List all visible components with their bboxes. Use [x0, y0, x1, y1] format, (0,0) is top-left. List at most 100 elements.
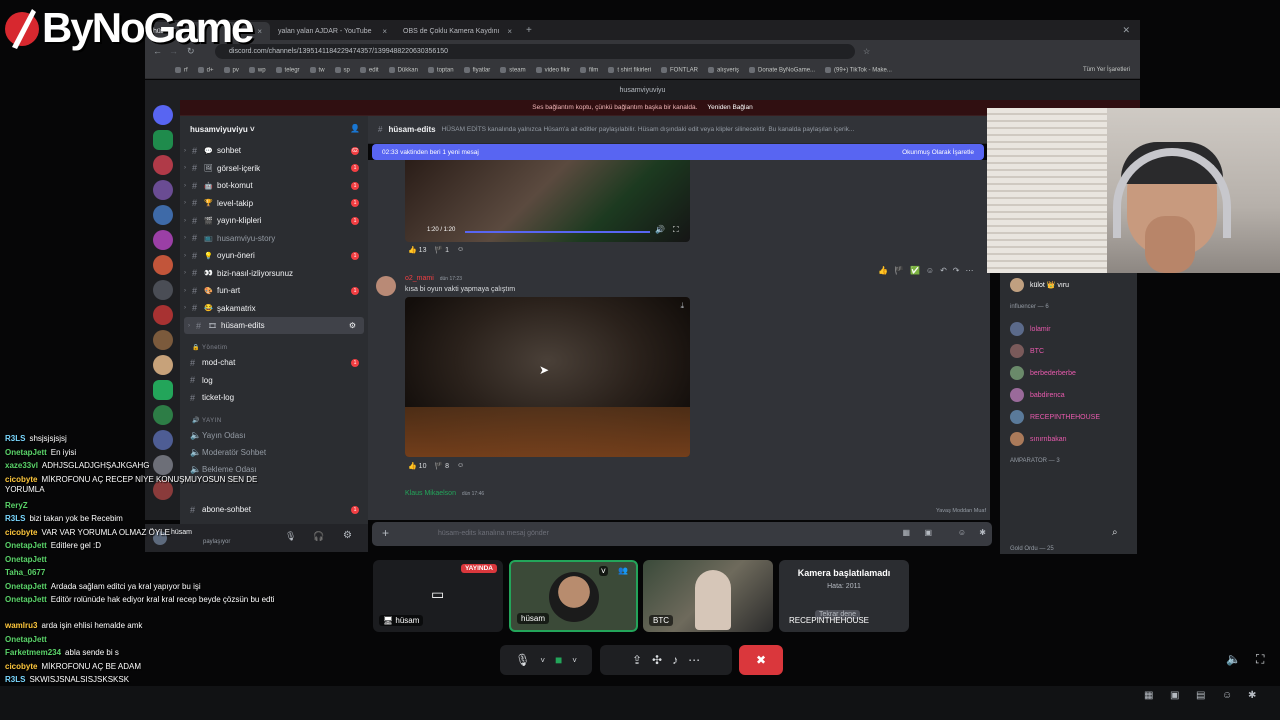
- chat-username[interactable]: OnetapJett: [5, 582, 47, 591]
- server-icon[interactable]: [153, 305, 173, 325]
- bookmark-item[interactable]: edit: [360, 67, 379, 73]
- chevron-down-icon[interactable]: ˅: [540, 656, 545, 665]
- member-item[interactable]: külot 👑 vıru: [1010, 278, 1069, 292]
- screen-share-tile[interactable]: YAYINDA ▭ 🖥 hüsam: [373, 560, 503, 632]
- microphone-icon[interactable]: 🎙: [515, 653, 530, 667]
- mark-read-button[interactable]: Okunmuş Olarak İşaretle: [902, 149, 974, 156]
- server-icon[interactable]: [153, 405, 173, 425]
- check-icon[interactable]: ✅: [910, 266, 920, 275]
- channel-bizi-nasıl-izliyorsunuz[interactable]: › # 👀 bizi-nasıl-izliyorsunuz: [180, 265, 368, 282]
- reply-icon[interactable]: ↶: [940, 266, 947, 275]
- member-item[interactable]: BTC: [1010, 344, 1044, 358]
- server-icon[interactable]: [153, 355, 173, 375]
- close-icon[interactable]: ×: [382, 27, 387, 36]
- server-icon[interactable]: [153, 330, 173, 350]
- participant-tile-selected[interactable]: ˅ 👥 hüsam: [509, 560, 638, 632]
- chat-username[interactable]: wamlru3: [5, 621, 37, 630]
- emoji-icon[interactable]: ☺: [958, 528, 966, 537]
- headset-icon[interactable]: 🎧: [313, 531, 324, 542]
- channel-husamviyu-story[interactable]: › # 📺 husamviyu-story: [180, 230, 368, 247]
- chat-username[interactable]: OnetapJett: [5, 595, 47, 604]
- chat-username[interactable]: ReryZ: [5, 501, 28, 510]
- gif-icon[interactable]: ▦: [1144, 690, 1153, 701]
- channel-mod-chat[interactable]: # mod-chat 1: [180, 354, 368, 371]
- channel-ticket-log[interactable]: # ticket-log: [180, 389, 368, 406]
- server-name-header[interactable]: husamviyuviyu ˅: [190, 125, 255, 134]
- more-icon[interactable]: ⋯: [688, 653, 700, 667]
- avatar[interactable]: [376, 276, 396, 296]
- chat-username[interactable]: cicobyte: [5, 662, 37, 671]
- thumbs-up-icon[interactable]: 👍: [878, 266, 888, 275]
- chat-username[interactable]: Farketmem234: [5, 648, 61, 657]
- volume-icon[interactable]: 🔊: [655, 225, 665, 234]
- video-progress-bar[interactable]: [465, 231, 650, 233]
- channel-sohbet[interactable]: › # 💬 sohbet 62: [180, 142, 368, 159]
- chat-username[interactable]: OnetapJett: [5, 541, 47, 550]
- bookmark-item[interactable]: alışveriş: [708, 67, 739, 73]
- channel-level-takip[interactable]: › # 🏆 level-takip 1: [180, 195, 368, 212]
- reaction-thumbs-up[interactable]: 👍 10: [408, 462, 426, 470]
- activities-icon[interactable]: ✣: [652, 653, 662, 667]
- message-author[interactable]: o2_mami: [405, 275, 434, 282]
- add-attachment-icon[interactable]: +: [382, 526, 389, 540]
- forward-icon[interactable]: ↷: [953, 266, 960, 275]
- chat-username[interactable]: OnetapJett: [5, 448, 47, 457]
- chat-username[interactable]: R3LS: [5, 675, 25, 684]
- bookmark-item[interactable]: telegr: [276, 67, 300, 73]
- chat-username[interactable]: OnetapJett: [5, 635, 47, 644]
- chat-username[interactable]: OnetapJett: [5, 555, 47, 564]
- settings-gear-icon[interactable]: ⚙: [349, 321, 356, 330]
- flag-icon[interactable]: 🏴: [894, 266, 904, 275]
- server-icon[interactable]: [153, 180, 173, 200]
- member-item[interactable]: lolamir: [1010, 322, 1051, 336]
- browser-tab[interactable]: yalan yalan AJDAR - YouTube ×: [270, 22, 395, 40]
- reaction-flag[interactable]: 🏴 8: [434, 462, 449, 470]
- window-close-icon[interactable]: ✕: [1122, 25, 1130, 36]
- chat-username[interactable]: cicobyte: [5, 475, 37, 484]
- chat-username[interactable]: Taha_0677: [5, 568, 45, 577]
- channel-topic[interactable]: HÜSAM EDİTS kanalında yalnızca Hüsam'a a…: [442, 126, 855, 133]
- reaction-thumbs-up[interactable]: 👍 13: [408, 246, 426, 254]
- message-input[interactable]: hüsam-edits kanalına mesaj gönder: [438, 530, 549, 537]
- bookmark-item[interactable]: wp: [249, 67, 266, 73]
- sticker-icon[interactable]: ▣: [1170, 690, 1179, 701]
- add-reaction-icon[interactable]: ☺: [457, 246, 464, 254]
- add-member-icon[interactable]: 👤: [350, 124, 360, 133]
- bookmark-item[interactable]: pv: [224, 67, 239, 73]
- channel-yayın-klipleri[interactable]: › # 🎬 yayın-klipleri 1: [180, 212, 368, 229]
- channel-görsel-içerik[interactable]: › # 🖼 görsel-içerik 1: [180, 160, 368, 177]
- bookmark-item[interactable]: video fikir: [536, 67, 570, 73]
- microphone-icon[interactable]: 🎙: [285, 531, 296, 542]
- emoji-icon[interactable]: ☺: [1222, 690, 1232, 701]
- channel-şakamatrix[interactable]: › # 😂 şakamatrix: [180, 300, 368, 317]
- participant-tile[interactable]: BTC: [643, 560, 773, 632]
- server-icon[interactable]: [153, 380, 173, 400]
- server-icon[interactable]: [153, 255, 173, 275]
- bookmark-item[interactable]: FONTLAR: [661, 67, 698, 73]
- category-stream[interactable]: 🔊 YAYIN: [192, 417, 222, 424]
- bookmark-item[interactable]: film: [580, 67, 598, 73]
- fullscreen-icon[interactable]: ⛶: [673, 225, 679, 235]
- new-tab-icon[interactable]: +: [526, 25, 532, 36]
- camera-icon[interactable]: ■: [555, 653, 562, 667]
- chat-username[interactable]: R3LS: [5, 514, 25, 523]
- close-icon[interactable]: ×: [507, 27, 512, 36]
- chat-username[interactable]: xaze33vl: [5, 461, 38, 470]
- gif-icon[interactable]: ▦: [902, 528, 910, 537]
- fullscreen-icon[interactable]: ⛶: [1256, 652, 1264, 667]
- download-icon[interactable]: ⤓: [680, 301, 684, 311]
- volume-icon[interactable]: 🔈: [1226, 652, 1241, 666]
- zoom-icon[interactable]: ⌕: [1112, 527, 1118, 538]
- all-bookmarks[interactable]: Tüm Yer İşaretleri: [1083, 67, 1130, 73]
- server-icon[interactable]: [153, 205, 173, 225]
- screen-share-icon[interactable]: ⇪: [632, 653, 642, 667]
- disconnect-button[interactable]: ✖: [739, 645, 783, 675]
- apps-icon[interactable]: ✱: [1248, 690, 1256, 701]
- member-item[interactable]: RECEPINTHEHOUSE: [1010, 410, 1100, 424]
- chevron-down-icon[interactable]: ˅: [598, 566, 608, 576]
- new-messages-bar[interactable]: 02:33 vaktinden beri 1 yeni mesaj Okunmu…: [372, 144, 984, 160]
- server-icon[interactable]: [153, 130, 173, 150]
- soundboard-icon[interactable]: ♪: [672, 653, 678, 667]
- chat-username[interactable]: R3LS: [5, 434, 25, 443]
- message-author[interactable]: Klaus Mikaelson: [405, 490, 456, 497]
